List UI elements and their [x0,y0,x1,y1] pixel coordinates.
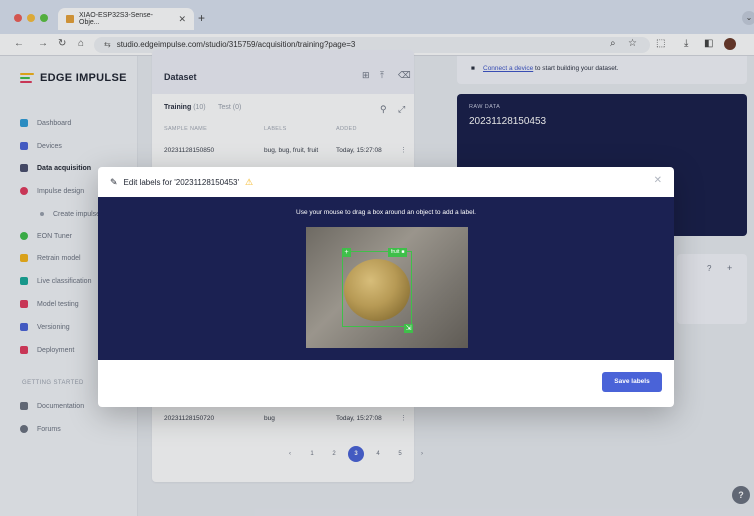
labeling-hint: Use your mouse to drag a box around an o… [296,209,476,216]
save-labels-button[interactable]: Save labels [602,372,662,392]
delete-box-icon[interactable]: ■ [401,248,404,257]
modal-title: Edit labels for '20231128150453' [123,177,239,187]
close-icon[interactable]: ✕ [654,175,662,186]
modal-footer: Save labels [98,360,674,407]
modal-header: ✎ Edit labels for '20231128150453' ⚠ [98,167,674,197]
bbox-resize-handle-icon[interactable]: ⇲ [404,324,413,333]
edit-labels-modal: ✎ Edit labels for '20231128150453' ⚠ ✕ U… [98,167,674,407]
labeling-image[interactable]: + fruit ■ ⇲ [306,227,468,348]
labeling-canvas-area: Use your mouse to drag a box around an o… [98,197,674,360]
edit-icon: ✎ [110,176,118,187]
bbox-move-handle-icon[interactable]: + [342,248,351,257]
warning-icon: ⚠ [245,176,254,187]
browser-window: XIAO-ESP32S3-Sense-Obje... ✕ + ⌄ ← → ↻ ⌂… [0,0,754,516]
bounding-box[interactable] [342,251,412,327]
bounding-box-label[interactable]: fruit ■ [388,248,408,257]
bounding-box-label-text: fruit [391,249,400,255]
